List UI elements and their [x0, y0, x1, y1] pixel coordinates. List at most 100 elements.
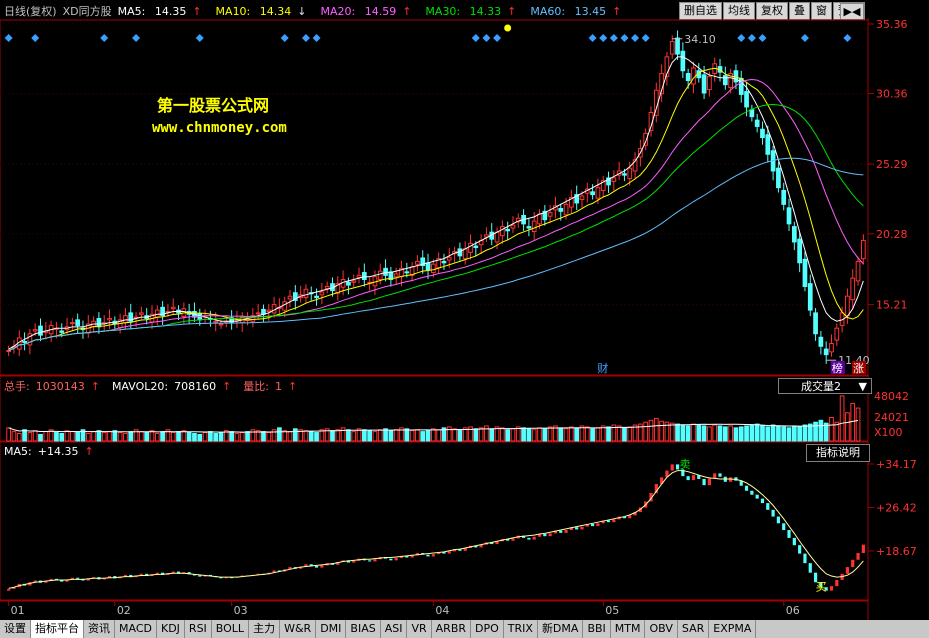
tab-19[interactable]: OBV: [645, 620, 678, 638]
candle-body: [505, 228, 511, 232]
candle-body: [303, 288, 309, 299]
candle-body: [255, 312, 261, 315]
tab-3[interactable]: MACD: [115, 620, 157, 638]
total-label: 总手:: [4, 380, 30, 393]
tab-8[interactable]: W&R: [280, 620, 317, 638]
tab-7[interactable]: 主力: [249, 620, 281, 638]
tab-6[interactable]: BOLL: [212, 620, 250, 638]
volume-indicator-select[interactable]: 成交量2 ▼: [778, 378, 872, 394]
volume-indicator-label: 成交量2: [801, 380, 841, 393]
indicator-bar: [787, 530, 791, 538]
volume-bar: [213, 432, 219, 442]
volume-bar: [277, 427, 282, 442]
tab-17[interactable]: BBI: [583, 620, 611, 638]
tab-20[interactable]: SAR: [678, 620, 710, 638]
tab-10[interactable]: BIAS: [346, 620, 381, 638]
tab-21[interactable]: EXPMA: [709, 620, 757, 638]
candle-body: [701, 74, 707, 94]
volume-bar: [346, 429, 351, 442]
signal-diamond: [471, 34, 480, 42]
bang-marker: 榜: [832, 361, 843, 375]
candle-body: [324, 285, 330, 290]
volume-bar: [802, 424, 808, 442]
candle-body: [59, 330, 65, 333]
volume-bar: [117, 432, 123, 442]
total-value: 1030143: [35, 380, 85, 393]
volume-bar: [361, 429, 367, 442]
tab-15[interactable]: TRIX: [504, 620, 538, 638]
candle-body: [287, 295, 293, 300]
indicator-bar: [760, 498, 765, 504]
volume-bar: [531, 429, 537, 442]
signal-diamond: [195, 34, 204, 42]
candle-body: [430, 263, 436, 274]
indicator-bar: [803, 553, 807, 564]
volume-bar: [170, 432, 176, 442]
candle-body: [425, 262, 431, 271]
candle-body: [669, 41, 675, 55]
volume-bar: [675, 423, 680, 442]
volume-bar: [425, 430, 431, 442]
indicator-bar: [575, 527, 579, 530]
tab-5[interactable]: RSI: [185, 620, 212, 638]
tab-12[interactable]: VR: [407, 620, 432, 638]
volume-bar: [123, 432, 128, 442]
indicator-bar: [511, 538, 515, 541]
volume-bar: [415, 429, 420, 442]
candle-body: [123, 315, 128, 324]
indicator-bar: [548, 533, 552, 537]
volume-bar: [537, 427, 542, 442]
tab-16[interactable]: 新DMA: [538, 620, 584, 638]
volume-bar: [70, 431, 75, 442]
candle-body: [38, 325, 43, 336]
month-label: 02: [117, 604, 131, 617]
volume-bar: [292, 428, 298, 442]
volume-bar: [839, 395, 845, 442]
volume-bar: [261, 431, 266, 442]
price-tick-label: 25.29: [876, 158, 908, 171]
tab-18[interactable]: MTM: [611, 620, 646, 638]
buy-signal: 买: [816, 581, 827, 594]
indicator-bar: [686, 476, 690, 481]
volume-bar: [765, 426, 771, 442]
indicator-help-button[interactable]: 指标说明: [806, 444, 870, 462]
volume-bar: [144, 432, 150, 442]
volume-bar: [43, 431, 49, 442]
price-tick-label: 35.36: [876, 18, 908, 31]
candle-body: [266, 309, 272, 313]
candle-body: [441, 260, 447, 264]
indicator-bar: [320, 565, 324, 568]
volume-bar: [786, 427, 792, 442]
tab-1[interactable]: 指标平台: [31, 620, 84, 638]
candle-body: [547, 212, 553, 217]
tab-2[interactable]: 资讯: [84, 620, 115, 638]
signal-diamond: [280, 34, 289, 42]
volume-tick-label: X100: [874, 426, 903, 439]
tab-0[interactable]: 设置: [0, 620, 31, 638]
volume-bar: [510, 428, 516, 442]
tab-4[interactable]: KDJ: [157, 620, 185, 638]
indicator-bar: [564, 530, 568, 533]
indicator-tick-label: +34.17: [876, 458, 917, 471]
volume-tick-label: 48042: [874, 390, 909, 403]
candle-body: [526, 226, 532, 229]
ma5-line: [8, 56, 864, 350]
volume-bar: [64, 430, 70, 442]
signal-diamond: [4, 34, 13, 42]
candle-body: [500, 226, 505, 237]
tab-9[interactable]: DMI: [316, 620, 347, 638]
volume-bar: [744, 425, 749, 442]
volume-bar: [542, 428, 548, 442]
tab-11[interactable]: ASI: [381, 620, 408, 638]
tab-14[interactable]: DPO: [471, 620, 504, 638]
volume-bar: [377, 429, 383, 442]
volume-bar: [478, 427, 484, 442]
volume-bar: [38, 433, 43, 442]
candle-body: [829, 343, 834, 353]
indicator-bar: [447, 551, 451, 554]
signal-diamond: [800, 34, 809, 42]
candle-body: [813, 312, 818, 335]
month-label: 04: [435, 604, 449, 617]
tab-13[interactable]: ARBR: [432, 620, 472, 638]
volume-bar: [139, 431, 144, 442]
